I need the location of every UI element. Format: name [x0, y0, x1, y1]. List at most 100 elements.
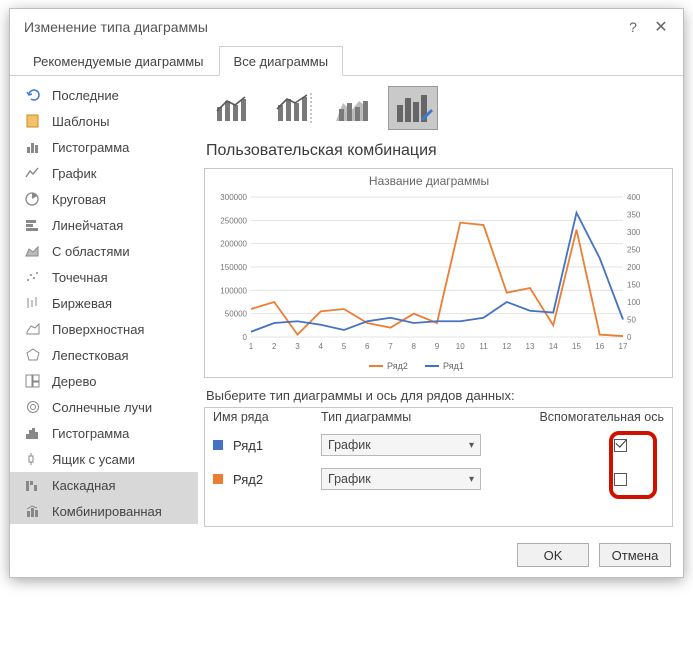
histogram-icon	[24, 425, 42, 441]
svg-text:4: 4	[319, 342, 324, 351]
templates-icon	[24, 113, 42, 129]
series1-name: Ряд1	[233, 438, 321, 453]
chevron-down-icon: ▾	[469, 474, 474, 485]
sidebar-item-bar[interactable]: Линейчатая	[10, 212, 198, 238]
sidebar-item-area[interactable]: С областями	[10, 238, 198, 264]
combo-line-chart: Название диаграммы0500001000001500002000…	[205, 169, 653, 377]
svg-text:15: 15	[572, 342, 581, 351]
svg-text:300: 300	[627, 228, 641, 237]
sidebar-item-boxwhisker[interactable]: Ящик с усами	[10, 446, 198, 472]
column-chart-icon	[24, 139, 42, 155]
sidebar-item-sunburst[interactable]: Солнечные лучи	[10, 394, 198, 420]
section-title: Пользовательская комбинация	[206, 142, 673, 160]
svg-text:Ряд2: Ряд2	[387, 361, 408, 371]
svg-text:14: 14	[549, 342, 558, 351]
svg-text:7: 7	[388, 342, 393, 351]
svg-text:150000: 150000	[220, 263, 247, 272]
series1-swatch	[213, 440, 223, 450]
svg-text:3: 3	[295, 342, 300, 351]
waterfall-icon	[24, 477, 42, 493]
svg-text:150: 150	[627, 281, 641, 290]
col-header-name: Имя ряда	[213, 410, 321, 424]
tab-recommended[interactable]: Рекомендуемые диаграммы	[18, 46, 219, 76]
combo-chart-icon	[24, 503, 42, 519]
svg-text:Название диаграммы: Название диаграммы	[369, 174, 489, 188]
subtype-stacked-area[interactable]	[328, 86, 378, 130]
series2-name: Ряд2	[233, 472, 321, 487]
svg-text:350: 350	[627, 211, 641, 220]
series-table: Имя ряда Тип диаграммы Вспомогательная о…	[204, 407, 673, 527]
surface-chart-icon	[24, 321, 42, 337]
series1-type-select[interactable]: График ▾	[321, 434, 481, 456]
series2-type-select[interactable]: График ▾	[321, 468, 481, 490]
svg-text:11: 11	[479, 342, 488, 351]
cancel-button[interactable]: Отмена	[599, 543, 671, 567]
window-title: Изменение типа диаграммы	[24, 19, 208, 35]
col-header-type: Тип диаграммы	[321, 410, 534, 424]
svg-text:1: 1	[249, 342, 254, 351]
svg-text:50: 50	[627, 316, 636, 325]
radar-chart-icon	[24, 347, 42, 363]
svg-text:2: 2	[272, 342, 277, 351]
close-button[interactable]: ✕	[647, 17, 675, 37]
svg-text:5: 5	[342, 342, 347, 351]
svg-text:250: 250	[627, 246, 641, 255]
svg-text:400: 400	[627, 193, 641, 202]
svg-text:16: 16	[595, 342, 604, 351]
svg-text:0: 0	[243, 333, 248, 342]
sunburst-icon	[24, 399, 42, 415]
subtype-stacked-line[interactable]	[268, 86, 318, 130]
series1-secondary-axis-checkbox[interactable]	[614, 439, 627, 452]
svg-text:10: 10	[456, 342, 465, 351]
svg-text:200: 200	[627, 263, 641, 272]
svg-text:50000: 50000	[225, 310, 248, 319]
series-row-1: Ряд1 График ▾	[205, 428, 672, 462]
series-row-2: Ряд2 График ▾	[205, 462, 672, 496]
sidebar-item-radar[interactable]: Лепестковая	[10, 342, 198, 368]
pie-chart-icon	[24, 191, 42, 207]
svg-text:13: 13	[526, 342, 535, 351]
sidebar-item-pie[interactable]: Круговая	[10, 186, 198, 212]
sidebar-item-surface[interactable]: Поверхностная	[10, 316, 198, 342]
sidebar-item-recent[interactable]: Последние	[10, 82, 198, 108]
bar-chart-icon	[24, 217, 42, 233]
svg-text:250000: 250000	[220, 216, 247, 225]
titlebar: Изменение типа диаграммы ? ✕	[10, 9, 683, 45]
svg-text:17: 17	[619, 342, 628, 351]
dialog-tabs: Рекомендуемые диаграммы Все диаграммы	[10, 45, 683, 76]
series2-swatch	[213, 474, 223, 484]
series2-secondary-axis-checkbox[interactable]	[614, 473, 627, 486]
boxwhisker-icon	[24, 451, 42, 467]
svg-text:100: 100	[627, 298, 641, 307]
subtype-clustered-line[interactable]	[208, 86, 258, 130]
sidebar-item-column[interactable]: Гистограмма	[10, 134, 198, 160]
recent-icon	[24, 87, 42, 103]
chart-type-sidebar: Последние Шаблоны Гистограмма График Кру…	[10, 76, 198, 533]
svg-text:6: 6	[365, 342, 370, 351]
line-chart-icon	[24, 165, 42, 181]
stock-chart-icon	[24, 295, 42, 311]
svg-text:9: 9	[435, 342, 440, 351]
chart-preview: Название диаграммы0500001000001500002000…	[204, 168, 673, 378]
sidebar-item-scatter[interactable]: Точечная	[10, 264, 198, 290]
svg-text:8: 8	[412, 342, 417, 351]
svg-text:200000: 200000	[220, 240, 247, 249]
sidebar-item-stock[interactable]: Биржевая	[10, 290, 198, 316]
sidebar-item-templates[interactable]: Шаблоны	[10, 108, 198, 134]
chevron-down-icon: ▾	[469, 440, 474, 451]
ok-button[interactable]: OK	[517, 543, 589, 567]
subtype-custom[interactable]	[388, 86, 438, 130]
col-header-aux: Вспомогательная ось	[534, 410, 664, 424]
svg-text:300000: 300000	[220, 193, 247, 202]
sidebar-item-histogram[interactable]: Гистограмма	[10, 420, 198, 446]
subtype-row	[204, 82, 673, 140]
svg-text:Ряд1: Ряд1	[443, 361, 464, 371]
sidebar-item-combo[interactable]: Комбинированная	[10, 498, 198, 524]
tab-all-charts[interactable]: Все диаграммы	[219, 46, 344, 76]
sidebar-item-treemap[interactable]: Дерево	[10, 368, 198, 394]
sidebar-item-waterfall[interactable]: Каскадная	[10, 472, 198, 498]
sidebar-item-line[interactable]: График	[10, 160, 198, 186]
help-button[interactable]: ?	[619, 19, 647, 35]
series-instruction: Выберите тип диаграммы и ось для рядов д…	[206, 388, 673, 403]
treemap-icon	[24, 373, 42, 389]
